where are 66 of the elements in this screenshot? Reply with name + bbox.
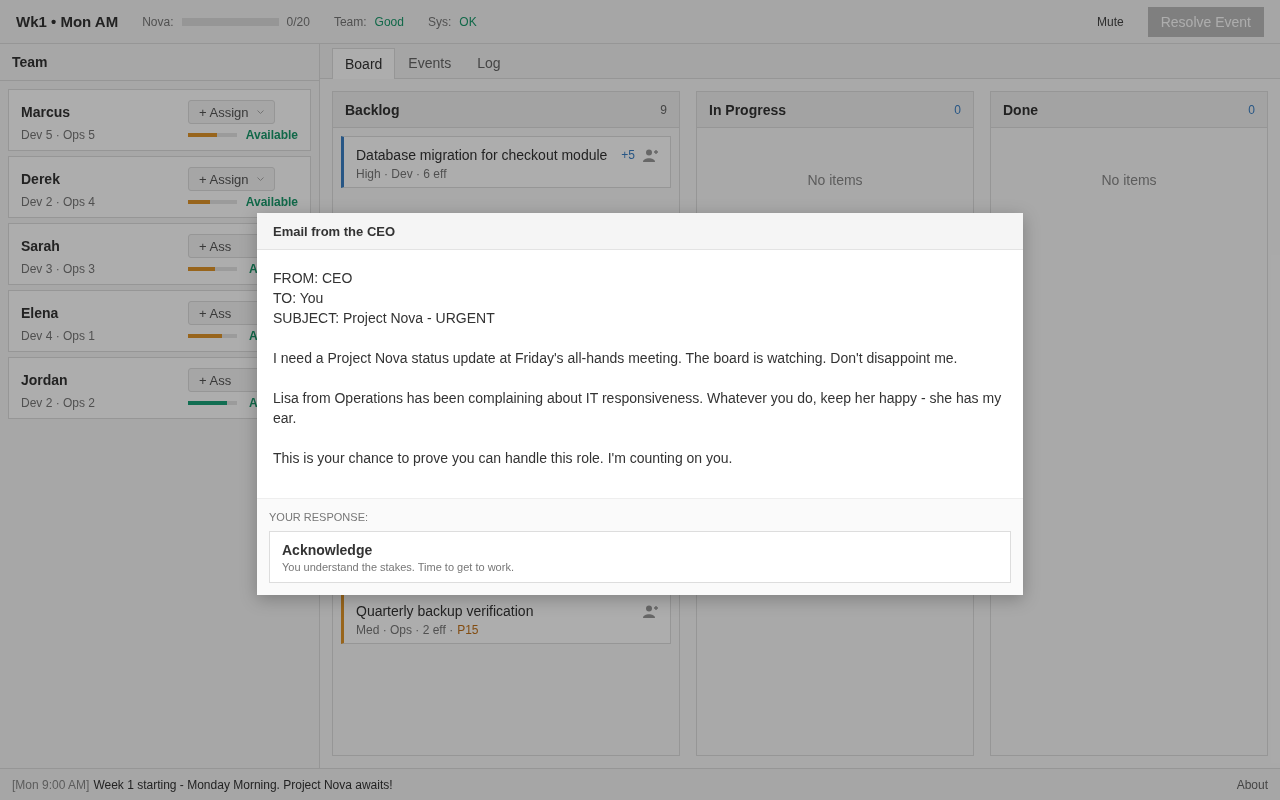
availability-status: A	[249, 329, 258, 343]
member-skills: Dev 2 · Ops 4	[21, 195, 97, 209]
member-name: Sarah	[21, 238, 61, 254]
task-title: Quarterly backup verification	[356, 603, 535, 619]
assign-button[interactable]: + Assign	[188, 100, 275, 124]
assign-button[interactable]: + Assign	[188, 167, 275, 191]
empty-message: No items	[807, 172, 863, 188]
column-count: 0	[954, 102, 961, 117]
task-title: Database migration for checkout module	[356, 147, 609, 163]
log-time: [Mon 9:00 AM]	[12, 777, 90, 792]
member-skills: Dev 4 · Ops 1	[21, 329, 97, 343]
response-label: YOUR RESPONSE:	[269, 511, 370, 523]
caret-icon	[256, 176, 264, 182]
workload-bar	[188, 267, 237, 271]
about-link[interactable]: About	[1236, 777, 1268, 792]
email-text: SUBJECT: Project Nova - URGENT	[273, 309, 496, 328]
member-name: Elena	[21, 305, 60, 321]
availability-status: A	[249, 262, 258, 276]
add-person-icon[interactable]	[643, 148, 658, 162]
tab[interactable]: Log	[464, 47, 514, 78]
team-heading: Team	[12, 54, 48, 70]
workload-bar	[188, 401, 237, 405]
mute-button[interactable]: Mute	[1097, 14, 1124, 29]
column-title: In Progress	[709, 101, 787, 118]
column-count: 9	[660, 102, 667, 117]
nova-reading: 0/20	[286, 14, 310, 29]
availability-status: Available	[245, 195, 298, 209]
response-option[interactable]: Acknowledge You understand the stakes. Time to get to work.	[269, 531, 1011, 583]
team-label: Team:	[333, 14, 367, 29]
workload-bar	[188, 133, 237, 137]
workload-bar	[188, 334, 237, 338]
sys-label: Sys:	[427, 14, 452, 29]
member-skills: Dev 5 · Ops 5	[21, 128, 97, 142]
email-text: This is your chance to prove you can handle this role. I'm counting on you.	[273, 449, 734, 468]
empty-message: No items	[1101, 172, 1157, 188]
email-text: TO: You	[273, 289, 325, 308]
task-card[interactable]: Quarterly backup verification Med · Ops · 2 eff · P15	[341, 592, 671, 644]
email-text: I need a Project Nova status update at Friday's all-hands meeting. The board is watching. Don't disappoint me.	[273, 349, 959, 368]
column-title: Backlog	[345, 101, 400, 118]
tab[interactable]: Events	[395, 47, 465, 78]
nova-label: Nova:	[142, 14, 174, 29]
availability-status: A	[249, 396, 258, 410]
game-clock-title: Wk1 • Mon AM	[16, 13, 119, 30]
tab[interactable]: Board	[332, 48, 396, 79]
task-meta: High · Dev · 6 eff	[356, 167, 447, 181]
log-message: Week 1 starting - Monday Morning. Project Nova awaits!	[93, 777, 393, 792]
dialog-title: Email from the CEO	[273, 223, 396, 239]
column-count: 0	[1248, 102, 1255, 117]
column-title: Done	[1003, 101, 1038, 118]
team-status: Good	[374, 14, 404, 29]
workload-bar	[188, 200, 237, 204]
task-tag: P15	[457, 623, 479, 637]
assignee-count: +5	[621, 148, 635, 162]
sys-status: OK	[459, 14, 477, 29]
availability-status: Available	[245, 128, 298, 142]
task-meta: Med · Ops · 2 eff ·	[356, 623, 454, 637]
member-name: Derek	[21, 171, 61, 187]
caret-icon	[256, 109, 264, 115]
task-card[interactable]: Database migration for checkout module +5 High · Dev · 6 eff	[341, 136, 671, 188]
email-text: Lisa from Operations has been complaining about IT responsiveness. Whatever you do, keep her happy - she has my ear.	[273, 389, 1003, 428]
member-skills: Dev 3 · Ops 3	[21, 262, 97, 276]
email-text: FROM: CEO	[273, 269, 354, 288]
add-person-icon[interactable]	[643, 604, 658, 618]
member-name: Jordan	[21, 372, 69, 388]
member-name: Marcus	[21, 104, 72, 120]
member-skills: Dev 2 · Ops 2	[21, 396, 97, 410]
